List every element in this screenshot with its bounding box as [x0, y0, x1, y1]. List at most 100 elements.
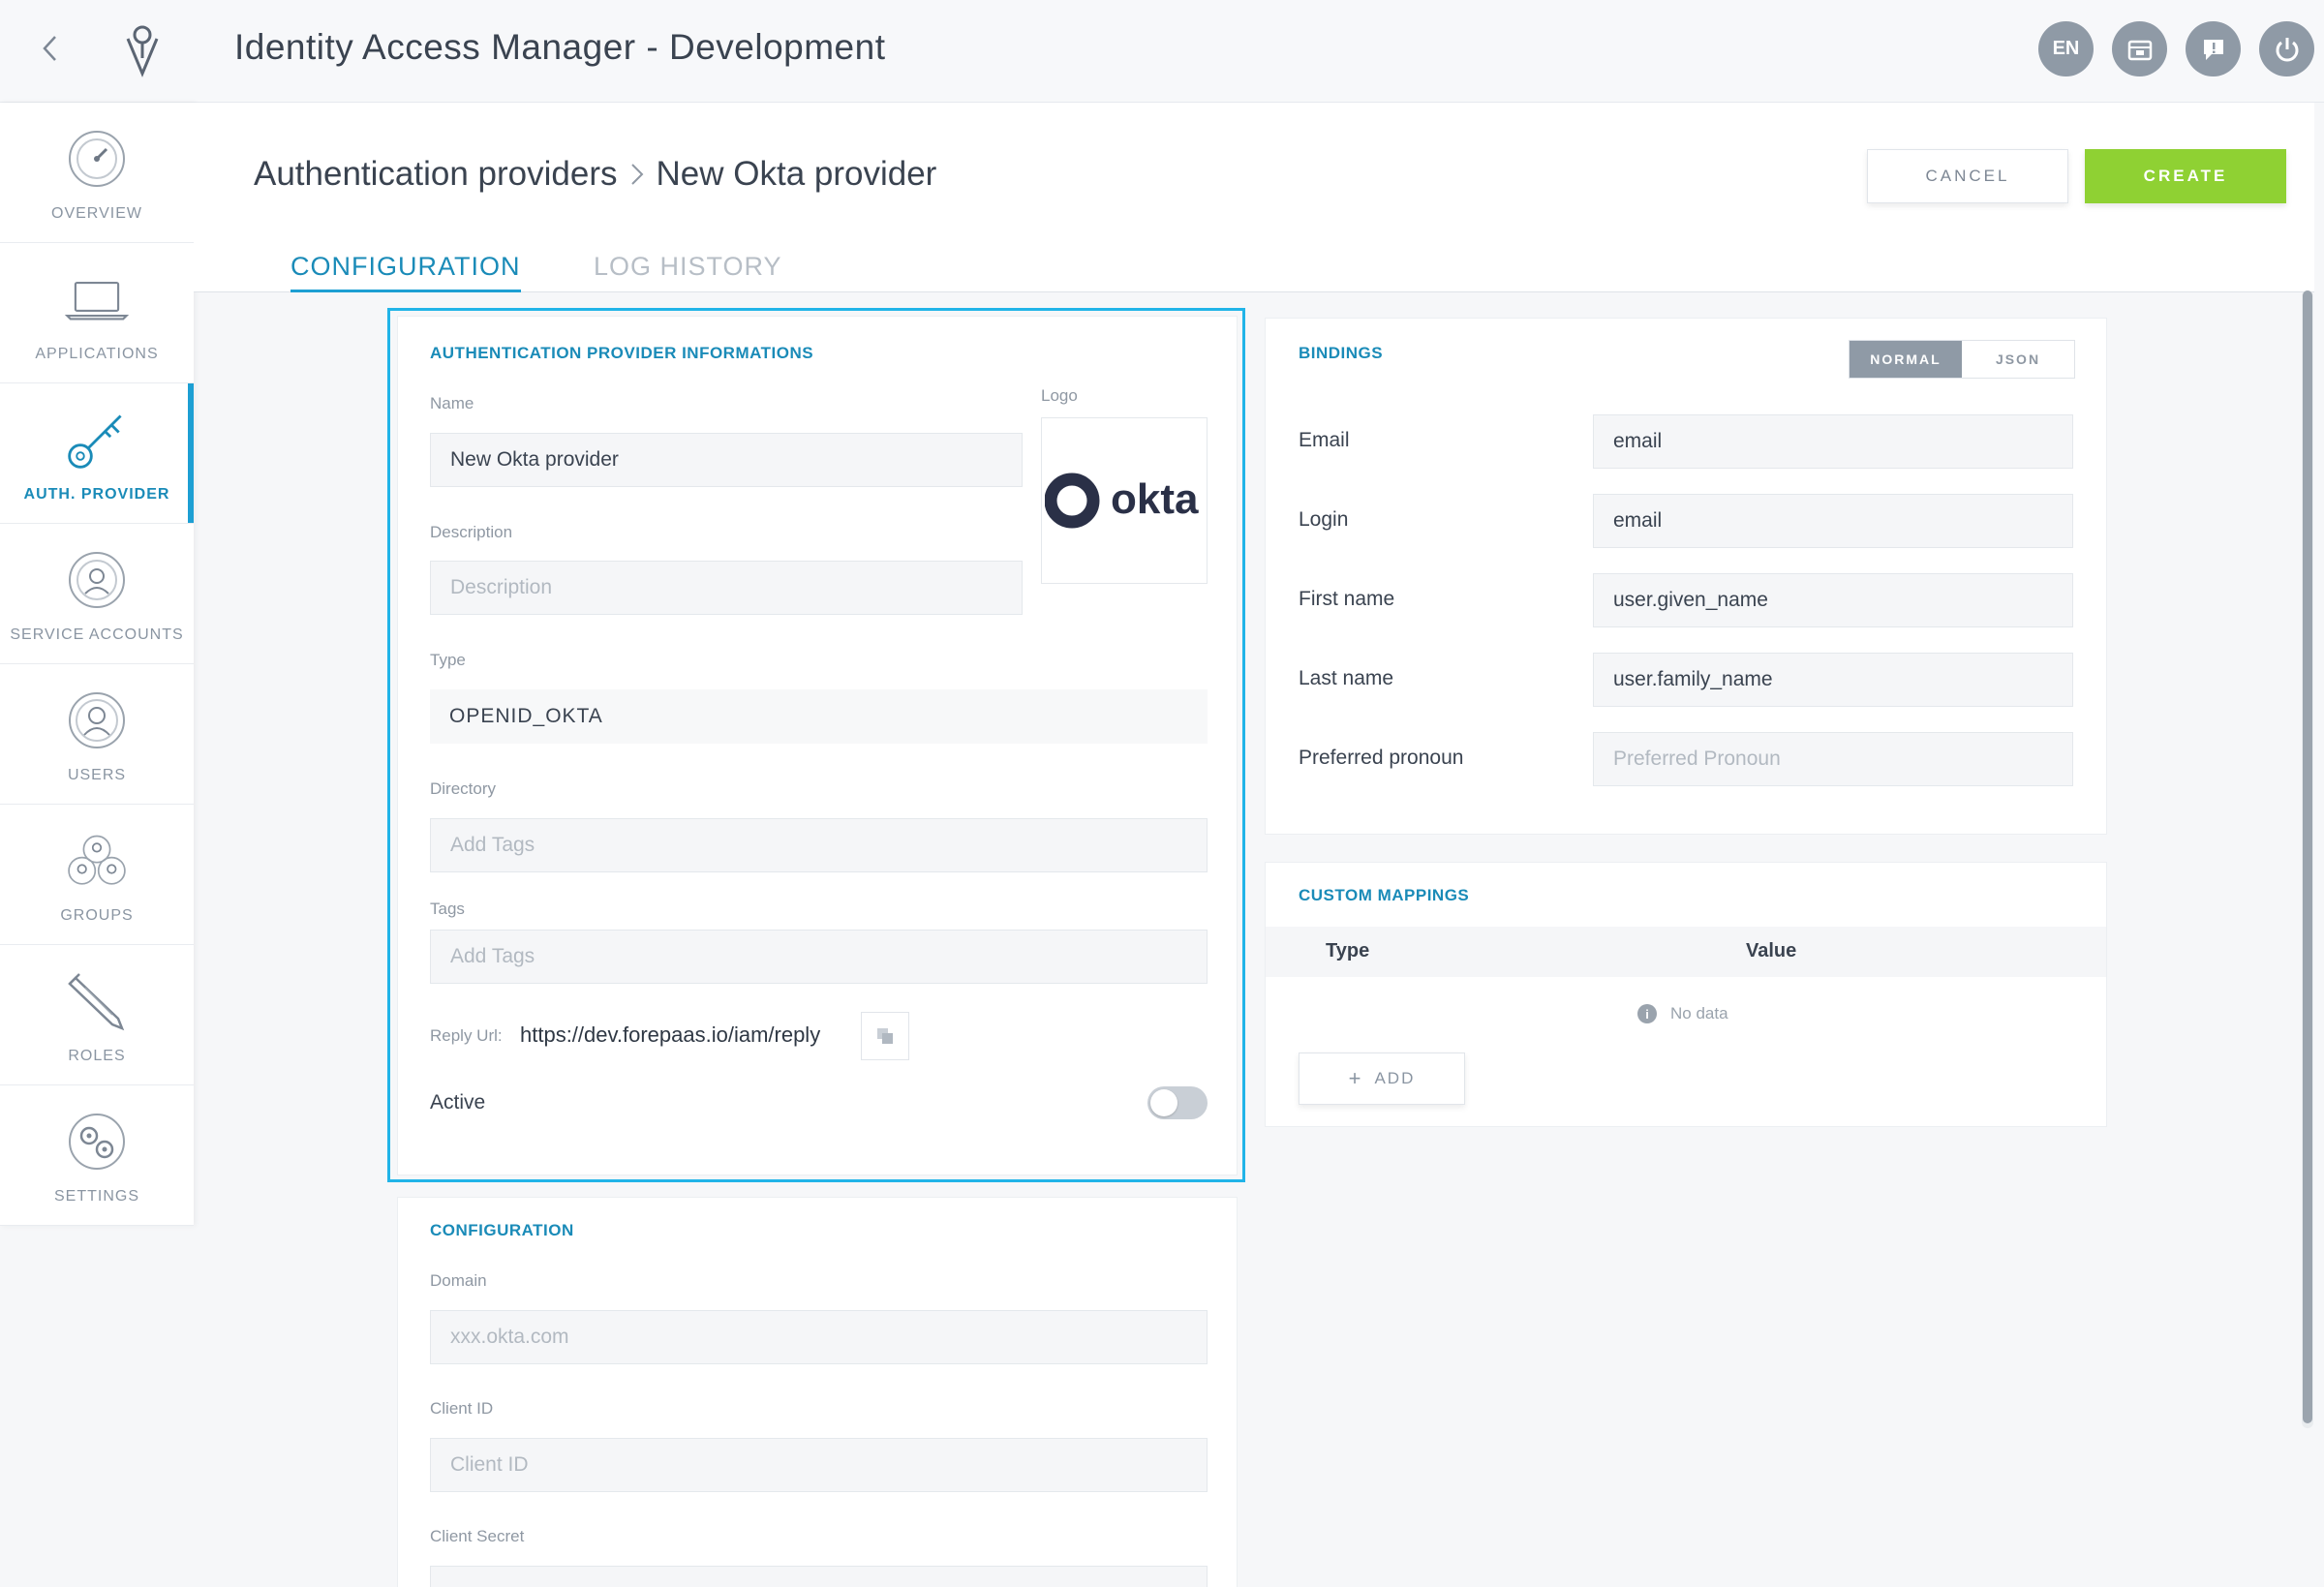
sidebar-item-label: ROLES	[68, 1048, 126, 1064]
mode-json-button[interactable]: JSON	[1962, 341, 2074, 378]
bindings-title: BINDINGS	[1299, 344, 1384, 362]
logo-upload[interactable]: okta	[1041, 417, 1208, 584]
empty-state: i No data	[1637, 1004, 1728, 1023]
directory-tags-input[interactable]: Add Tags	[430, 818, 1208, 872]
back-button[interactable]	[35, 29, 64, 68]
binding-input-login[interactable]: email	[1593, 494, 2073, 548]
service-account-icon	[64, 547, 130, 613]
breadcrumb-parent-link[interactable]: Authentication providers	[254, 155, 618, 194]
gauge-icon	[64, 126, 130, 192]
power-icon	[2276, 37, 2298, 61]
client-secret-input[interactable]	[430, 1566, 1208, 1587]
client-id-label: Client ID	[430, 1399, 494, 1418]
page-scrollbar[interactable]	[2302, 290, 2313, 1428]
binding-input-last-name[interactable]: user.family_name	[1593, 653, 2073, 707]
domain-input[interactable]: xxx.okta.com	[430, 1310, 1208, 1364]
sidebar-item-roles[interactable]: ROLES	[0, 945, 194, 1085]
gears-icon	[64, 1109, 130, 1175]
provider-info-title: AUTHENTICATION PROVIDER INFORMATIONS	[430, 344, 814, 362]
okta-logo: okta	[1045, 473, 1199, 529]
type-label: Type	[430, 651, 466, 669]
binding-input-first-name[interactable]: user.given_name	[1593, 573, 2073, 627]
calendar-button[interactable]	[2112, 21, 2167, 76]
chevron-right-icon	[630, 164, 643, 185]
sidebar-item-label: AUTH. PROVIDER	[23, 486, 170, 503]
sidebar-item-applications[interactable]: APPLICATIONS	[0, 243, 194, 383]
calendar-icon	[2127, 40, 2152, 60]
custom-mappings-card: CUSTOM MAPPINGS Type Value i No data + A…	[1265, 862, 2107, 1127]
breadcrumb-current: New Okta provider	[656, 155, 937, 193]
plus-icon: +	[1348, 1066, 1363, 1090]
breadcrumb: Authentication providers New Okta provid…	[254, 155, 936, 194]
sidebar-item-label: OVERVIEW	[51, 205, 142, 222]
tab-log-history[interactable]: LOG HISTORY	[594, 252, 782, 290]
directory-label: Directory	[430, 779, 497, 798]
sidebar-item-settings[interactable]: SETTINGS	[0, 1085, 194, 1226]
chevron-left-icon	[43, 36, 56, 61]
name-label: Name	[430, 394, 474, 412]
binding-label-login: Login	[1299, 508, 1349, 531]
binding-label-email: Email	[1299, 429, 1350, 451]
active-label: Active	[430, 1091, 486, 1114]
client-secret-label: Client Secret	[430, 1527, 525, 1545]
add-mapping-label: ADD	[1374, 1069, 1416, 1087]
tab-configuration[interactable]: CONFIGURATION	[290, 252, 521, 292]
tags-label: Tags	[430, 900, 465, 918]
sidebar-item-service-accounts[interactable]: SERVICE ACCOUNTS	[0, 524, 194, 664]
binding-input-email[interactable]: email	[1593, 414, 2073, 469]
sidebar-item-auth-provider[interactable]: AUTH. PROVIDER	[0, 383, 194, 524]
sidebar-item-label: USERS	[67, 767, 127, 783]
language-button[interactable]: EN	[2038, 21, 2094, 76]
binding-label-preferred-pronoun: Preferred pronoun	[1299, 747, 1464, 769]
description-label: Description	[430, 523, 513, 541]
reply-url-label: Reply Url:	[430, 1026, 503, 1045]
name-input[interactable]: New Okta provider	[430, 433, 1023, 487]
description-input[interactable]: Description	[430, 561, 1023, 615]
binding-input-preferred-pronoun[interactable]: Preferred Pronoun	[1593, 732, 2073, 786]
logo-label: Logo	[1041, 386, 1078, 405]
active-toggle[interactable]	[1147, 1086, 1208, 1119]
feedback-button[interactable]	[2186, 21, 2241, 76]
tags-input[interactable]: Add Tags	[430, 930, 1208, 984]
sidebar-item-overview[interactable]: OVERVIEW	[0, 103, 194, 243]
configuration-title: CONFIGURATION	[430, 1221, 574, 1239]
copy-reply-url-button[interactable]	[861, 1012, 909, 1060]
svg-text:okta: okta	[1111, 475, 1199, 523]
add-mapping-button[interactable]: + ADD	[1299, 1053, 1465, 1105]
chat-alert-icon	[2203, 39, 2223, 60]
sidebar-item-label: SETTINGS	[53, 1188, 139, 1205]
create-button[interactable]: CREATE	[2085, 149, 2286, 203]
column-header-type: Type	[1326, 940, 1370, 961]
bindings-card: BINDINGS NORMAL JSON Email email Login e…	[1265, 318, 2107, 835]
toggle-knob	[1150, 1089, 1177, 1116]
top-bar: Identity Access Manager - Development EN	[0, 0, 2324, 103]
provider-info-card: AUTHENTICATION PROVIDER INFORMATIONS Nam…	[397, 316, 1238, 1175]
group-icon	[64, 828, 130, 894]
info-icon: i	[1637, 1004, 1657, 1023]
reply-url-value: https://dev.forepaas.io/iam/reply	[520, 1022, 821, 1047]
client-id-input[interactable]: Client ID	[430, 1438, 1208, 1492]
bindings-mode-switch: NORMAL JSON	[1849, 340, 2075, 379]
scrollbar-thumb[interactable]	[2303, 290, 2312, 1423]
page-header: Authentication providers New Okta provid…	[194, 103, 2314, 292]
empty-state-text: No data	[1670, 1004, 1728, 1022]
binding-label-last-name: Last name	[1299, 667, 1394, 689]
forepaas-logo-icon	[126, 25, 159, 77]
sidebar-item-label: SERVICE ACCOUNTS	[10, 626, 184, 643]
custom-mappings-title: CUSTOM MAPPINGS	[1299, 886, 1470, 904]
logout-button[interactable]	[2259, 21, 2314, 76]
top-actions: EN	[2038, 21, 2314, 76]
sidebar-item-label: APPLICATIONS	[35, 346, 159, 362]
key-icon	[64, 407, 130, 473]
mode-normal-button[interactable]: NORMAL	[1850, 341, 1962, 378]
type-value: OPENID_OKTA	[430, 689, 1208, 744]
sidebar: OVERVIEW APPLICATIONS AUTH. PROVIDER SER…	[0, 103, 194, 1226]
cancel-button[interactable]: CANCEL	[1867, 149, 2068, 203]
sidebar-item-groups[interactable]: GROUPS	[0, 805, 194, 945]
binding-label-first-name: First name	[1299, 588, 1395, 610]
configuration-card: CONFIGURATION Domain xxx.okta.com Client…	[397, 1197, 1238, 1587]
laptop-icon	[64, 266, 130, 332]
copy-icon	[877, 1028, 893, 1044]
sidebar-item-users[interactable]: USERS	[0, 664, 194, 805]
mappings-table-header: Type Value	[1266, 927, 2106, 977]
